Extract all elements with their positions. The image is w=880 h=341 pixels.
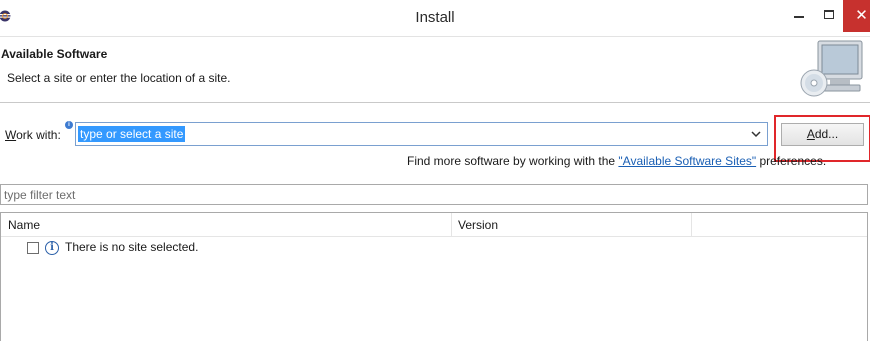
title-bar: Install ✕ — [0, 0, 880, 37]
column-header-version[interactable]: Version — [458, 218, 498, 232]
window-title: Install — [415, 9, 455, 26]
row-checkbox[interactable] — [27, 242, 39, 254]
info-icon: i — [65, 121, 73, 129]
minimize-icon — [794, 16, 804, 18]
filter-input[interactable]: type filter text — [0, 184, 868, 205]
available-software-sites-link[interactable]: "Available Software Sites" — [618, 154, 756, 168]
table-header: Name Version — [1, 213, 867, 237]
column-header-name[interactable]: Name — [8, 218, 40, 232]
row-label: There is no site selected. — [65, 240, 199, 254]
column-divider[interactable] — [451, 213, 452, 237]
software-table: Name Version i There is no site selected… — [0, 212, 868, 341]
chevron-down-icon[interactable] — [749, 126, 763, 142]
filter-placeholder: type filter text — [4, 188, 76, 202]
find-more-text: Find more software by working with the "… — [407, 154, 827, 168]
right-edge — [870, 0, 880, 341]
work-with-input[interactable]: type or select a site — [78, 126, 186, 142]
maximize-icon — [824, 10, 834, 19]
table-row[interactable]: i There is no site selected. — [1, 237, 867, 257]
maximize-button[interactable] — [815, 0, 845, 32]
page-title: Available Software — [1, 47, 108, 61]
minimize-button[interactable] — [785, 0, 815, 32]
info-icon: i — [45, 241, 59, 255]
wizard-header: Available Software Select a site or ente… — [0, 37, 880, 103]
work-with-combobox[interactable]: type or select a site — [75, 122, 768, 146]
work-with-label: Work with: — [5, 128, 61, 142]
page-description: Select a site or enter the location of a… — [7, 71, 231, 85]
monitor-cd-icon — [800, 39, 866, 101]
column-divider[interactable] — [691, 213, 692, 237]
